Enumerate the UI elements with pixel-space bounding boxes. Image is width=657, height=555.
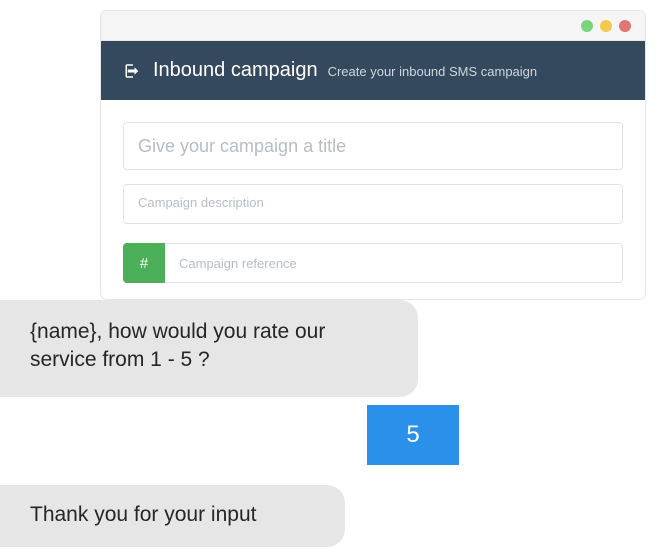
chat-thanks-bubble: Thank you for your input [0,485,345,547]
window-minimize[interactable] [581,20,593,32]
window-controls [581,20,631,32]
campaign-title-input[interactable] [123,122,623,170]
chat-reply-bubble: 5 [367,405,459,465]
chat-question-bubble: {name}, how would you rate our service f… [0,300,418,397]
window-titlebar [101,11,645,41]
campaign-description-input[interactable] [123,184,623,224]
page-title: Inbound campaign [153,59,318,82]
campaign-reference-row: # [123,243,623,283]
inbound-icon [123,61,143,81]
campaign-reference-input[interactable] [165,243,623,283]
chat-overlay: {name}, how would you rate our service f… [0,300,657,555]
window-maximize[interactable] [600,20,612,32]
campaign-form: # [101,100,645,283]
page-subtitle: Create your inbound SMS campaign [328,64,538,79]
app-window: Inbound campaign Create your inbound SMS… [100,10,646,300]
window-close[interactable] [619,20,631,32]
hash-icon: # [123,243,165,283]
page-header: Inbound campaign Create your inbound SMS… [101,41,645,100]
